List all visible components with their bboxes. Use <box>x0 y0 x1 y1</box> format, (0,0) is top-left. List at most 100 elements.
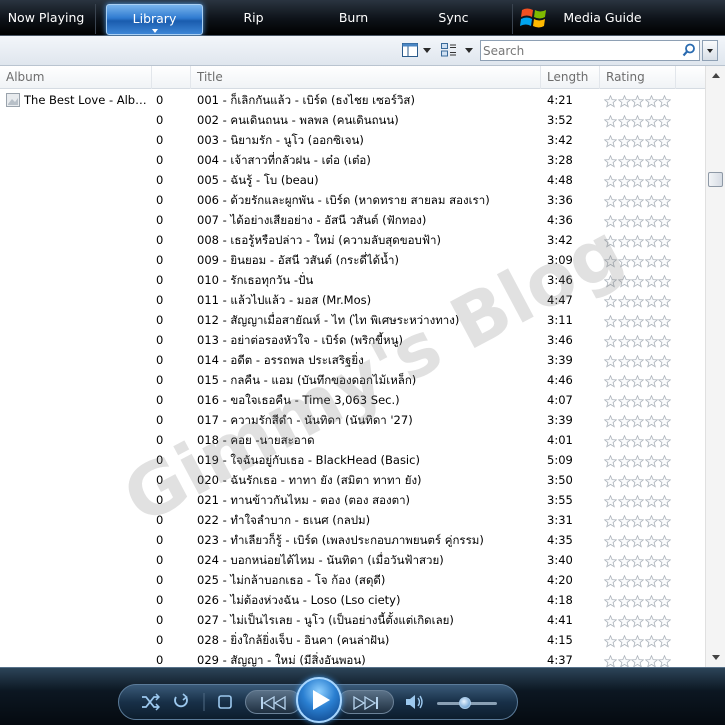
star-icon[interactable] <box>658 475 672 488</box>
table-row[interactable]: 0 004 - เจ้าสาวที่กลัวฝน - เต๋อ (เต๋อ) 3:2… <box>0 150 705 170</box>
star-icon[interactable] <box>644 175 659 188</box>
star-icon[interactable] <box>644 275 659 288</box>
star-rating[interactable] <box>604 514 676 528</box>
column-header-number[interactable] <box>152 66 191 89</box>
star-icon[interactable] <box>658 155 672 168</box>
star-icon[interactable] <box>617 215 632 228</box>
star-icon[interactable] <box>631 435 645 448</box>
star-icon[interactable] <box>604 155 618 168</box>
star-icon[interactable] <box>644 375 659 388</box>
star-icon[interactable] <box>604 315 618 328</box>
star-icon[interactable] <box>617 635 632 648</box>
star-icon[interactable] <box>604 115 618 128</box>
star-icon[interactable] <box>644 115 659 128</box>
star-icon[interactable] <box>631 215 645 228</box>
table-row[interactable]: 0 028 - ยิ่งใกล้ยิ่งเจ็บ - อินคา (คนล่าฝั… <box>0 630 705 650</box>
star-rating[interactable] <box>604 554 676 568</box>
star-icon[interactable] <box>631 635 645 648</box>
tab-media-guide[interactable]: Media Guide <box>555 0 650 36</box>
star-icon[interactable] <box>658 315 672 328</box>
star-icon[interactable] <box>644 215 659 228</box>
star-icon[interactable] <box>644 475 659 488</box>
star-icon[interactable] <box>604 535 618 548</box>
star-icon[interactable] <box>658 555 672 568</box>
star-rating[interactable] <box>604 454 676 468</box>
star-icon[interactable] <box>658 415 672 428</box>
star-icon[interactable] <box>631 115 645 128</box>
shuffle-icon[interactable] <box>140 693 160 711</box>
star-icon[interactable] <box>631 455 645 468</box>
star-rating[interactable] <box>604 314 676 328</box>
star-icon[interactable] <box>617 375 632 388</box>
star-icon[interactable] <box>617 655 632 667</box>
chevron-down-icon[interactable] <box>151 29 158 33</box>
table-row[interactable]: 0 020 - ฉันรักเธอ - ทาทา ยัง (สมิตา ทาทา … <box>0 470 705 490</box>
star-rating[interactable] <box>604 374 676 388</box>
star-icon[interactable] <box>604 575 618 588</box>
scroll-up-arrow-icon[interactable] <box>712 73 720 78</box>
tab-library[interactable]: Library <box>106 4 203 35</box>
star-icon[interactable] <box>644 135 659 148</box>
star-icon[interactable] <box>631 395 645 408</box>
star-icon[interactable] <box>604 375 618 388</box>
star-icon[interactable] <box>658 235 672 248</box>
table-row[interactable]: 0 026 - ไม่ต้องห่วงฉัน - Loso (Lso ciety)… <box>0 590 705 610</box>
star-icon[interactable] <box>617 275 632 288</box>
star-icon[interactable] <box>631 575 645 588</box>
star-icon[interactable] <box>658 635 672 648</box>
star-icon[interactable] <box>644 575 659 588</box>
star-icon[interactable] <box>604 555 618 568</box>
star-icon[interactable] <box>644 255 659 268</box>
star-rating[interactable] <box>604 634 676 648</box>
table-row[interactable]: 0 012 - สัญญาเมื่อสายัณห์ - ไท (ไท พิเศษร… <box>0 310 705 330</box>
star-icon[interactable] <box>658 375 672 388</box>
table-row[interactable]: The Best Love - Albu... 0 001 - ก็เลิกกันแ… <box>0 90 705 110</box>
star-icon[interactable] <box>631 255 645 268</box>
star-icon[interactable] <box>631 195 645 208</box>
scrollbar-thumb[interactable] <box>708 172 723 187</box>
star-icon[interactable] <box>617 335 632 348</box>
table-row[interactable]: 0 027 - ไม่เป็นไรเลย - นูโว (เป็นอย่างนี้… <box>0 610 705 630</box>
star-icon[interactable] <box>631 375 645 388</box>
star-icon[interactable] <box>644 515 659 528</box>
star-icon[interactable] <box>644 555 659 568</box>
layout-dropdown-arrow[interactable] <box>423 48 431 53</box>
star-rating[interactable] <box>604 134 676 148</box>
star-rating[interactable] <box>604 334 676 348</box>
table-row[interactable]: 0 029 - สัญญา - ใหม่ (มีสิ่งอันพอน) 4:37 <box>0 650 705 667</box>
star-icon[interactable] <box>631 495 645 508</box>
column-header-title[interactable]: Title <box>191 66 541 89</box>
table-row[interactable]: 0 003 - นิยามรัก - นูโว (ออกซิเจน) 3:42 <box>0 130 705 150</box>
table-row[interactable]: 0 023 - ทำเลียวก็รู้ - เบิร์ด (เพลงประกอบ… <box>0 530 705 550</box>
star-icon[interactable] <box>658 535 672 548</box>
star-icon[interactable] <box>631 595 645 608</box>
star-icon[interactable] <box>658 495 672 508</box>
table-row[interactable]: 0 002 - คนเดินถนน - พลพล (คนเดินถนน) 3:52 <box>0 110 705 130</box>
star-rating[interactable] <box>604 114 676 128</box>
star-icon[interactable] <box>617 195 632 208</box>
star-icon[interactable] <box>604 95 618 108</box>
previous-button[interactable] <box>245 690 301 714</box>
column-header-length[interactable]: Length <box>541 66 600 89</box>
star-icon[interactable] <box>658 175 672 188</box>
search-icon[interactable] <box>682 43 696 57</box>
star-icon[interactable] <box>617 135 632 148</box>
table-row[interactable]: 0 011 - แล้วไปแล้ว - มอส (Mr.Mos) 4:47 <box>0 290 705 310</box>
scroll-down-arrow-icon[interactable] <box>712 655 720 660</box>
star-icon[interactable] <box>604 515 618 528</box>
mute-volume-icon[interactable] <box>405 693 425 711</box>
next-button[interactable] <box>338 690 394 714</box>
star-icon[interactable] <box>617 295 632 308</box>
star-rating[interactable] <box>604 394 676 408</box>
star-icon[interactable] <box>604 295 618 308</box>
table-row[interactable]: 0 018 - คอย -นายสะอาด 4:01 <box>0 430 705 450</box>
star-rating[interactable] <box>604 274 676 288</box>
layout-options-icon[interactable] <box>402 43 418 57</box>
star-icon[interactable] <box>617 255 632 268</box>
column-header-album[interactable]: Album <box>0 66 152 89</box>
star-rating[interactable] <box>604 174 676 188</box>
star-icon[interactable] <box>617 235 632 248</box>
star-icon[interactable] <box>644 355 659 368</box>
repeat-icon[interactable] <box>171 693 191 711</box>
table-row[interactable]: 0 016 - ขอใจเธอคืน - Time 3,063 Sec.) 4:07 <box>0 390 705 410</box>
